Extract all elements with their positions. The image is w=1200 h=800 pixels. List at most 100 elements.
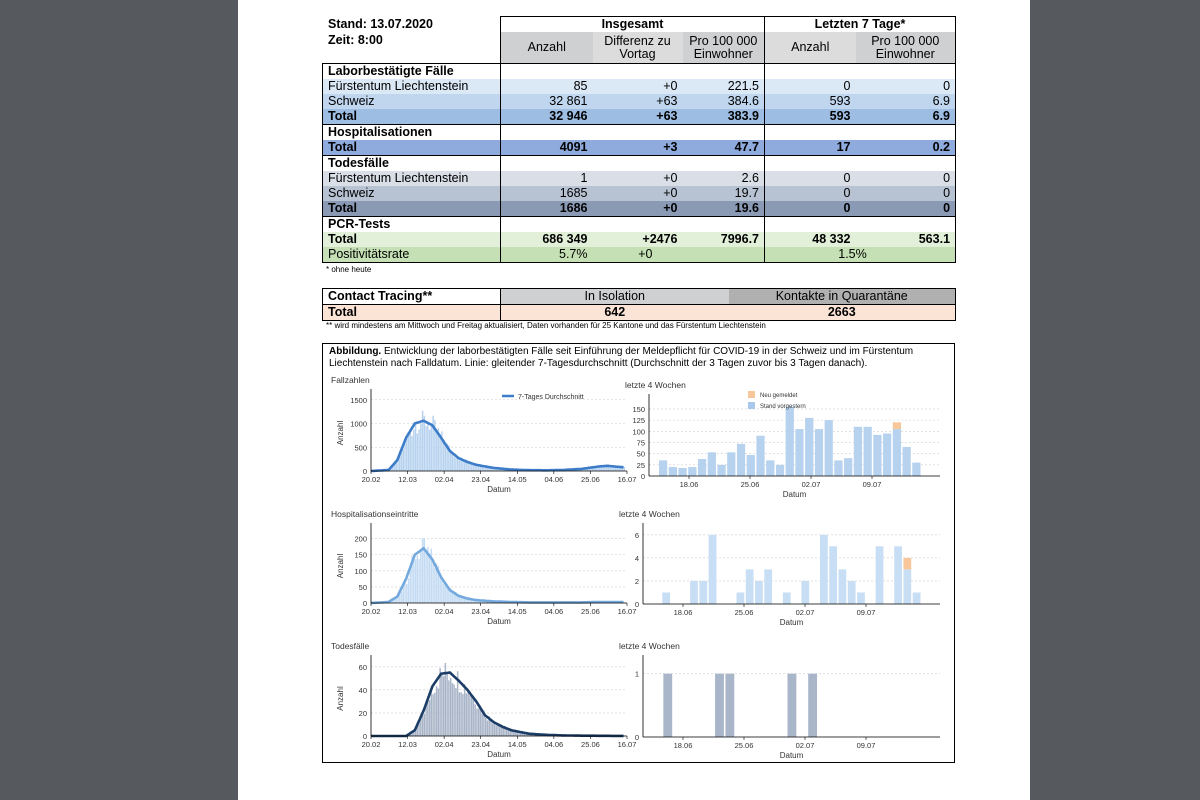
- daily-bar: [442, 676, 445, 736]
- x-tick-label: 18.06: [680, 480, 699, 489]
- bar-neu-gemeldet: [892, 422, 902, 430]
- daily-bar: [477, 708, 480, 736]
- bar-stand-vorgestern: [725, 673, 735, 737]
- chart-title: letzte 4 Wochen: [619, 641, 680, 651]
- legend-swatch-stand: [748, 402, 755, 409]
- y-tick-label: 125: [632, 416, 645, 425]
- figure-caption: Abbildung. Entwicklung der laborbestätig…: [329, 346, 914, 369]
- daily-bar: [416, 555, 419, 603]
- chart-title: Fallzahlen: [331, 375, 370, 385]
- contact-title: Contact Tracing**: [322, 288, 501, 305]
- x-tick-label: 25.06: [581, 475, 600, 484]
- daily-bar: [463, 460, 466, 471]
- x-tick-label: 25.06: [741, 480, 760, 489]
- x-tick-label: 12.03: [398, 607, 417, 616]
- x-axis-label: Datum: [783, 490, 807, 499]
- x-tick-label: 02.04: [435, 607, 454, 616]
- daily-bar: [413, 429, 415, 471]
- table-row: Schweiz 32 861 +63 384.6 593 6.9: [322, 94, 957, 109]
- daily-bar: [400, 591, 403, 603]
- daily-bar: [406, 436, 408, 471]
- y-tick-label: 100: [632, 427, 645, 436]
- bar-stand-vorgestern: [829, 546, 838, 604]
- bar-stand-vorgestern: [785, 406, 794, 476]
- group-insgesamt: Insgesamt: [500, 16, 765, 32]
- daily-bar: [439, 668, 441, 736]
- bar-stand-vorgestern: [814, 429, 824, 476]
- daily-bar: [497, 724, 499, 736]
- daily-bar: [481, 466, 483, 471]
- daily-bar: [439, 576, 441, 603]
- daily-bar: [402, 448, 405, 471]
- table-row: Total 4091 +3 47.7 17 0.2: [322, 140, 957, 156]
- y-tick-label: 1500: [350, 396, 367, 405]
- bar-neu-gemeldet: [903, 557, 912, 570]
- daily-bar: [421, 714, 424, 736]
- daily-bar: [463, 684, 466, 736]
- chart-title: letzte 4 Wochen: [619, 509, 680, 519]
- daily-bar: [407, 432, 410, 471]
- bar-stand-vorgestern: [857, 592, 865, 604]
- daily-bar: [456, 457, 459, 471]
- x-tick-label: 16.07: [618, 475, 637, 484]
- bar-stand-vorgestern: [707, 452, 716, 476]
- table-row: Total 1686 +0 19.6 0 0: [322, 201, 957, 217]
- bar-stand-vorgestern: [912, 592, 921, 604]
- daily-bar: [474, 704, 476, 736]
- daily-bar: [409, 570, 412, 603]
- section-tod: Todesfälle: [322, 155, 501, 171]
- contact-tracing-table: Contact Tracing** In Isolation Kontakte …: [322, 288, 956, 321]
- daily-bar: [414, 423, 417, 471]
- bar-stand-vorgestern: [801, 580, 810, 604]
- daily-bar: [469, 463, 471, 471]
- bar-stand-vorgestern: [690, 580, 698, 604]
- bar-stand-vorgestern: [727, 452, 736, 476]
- bar-stand-vorgestern: [678, 467, 687, 476]
- y-tick-label: 100: [354, 567, 367, 576]
- bar-stand-vorgestern: [755, 580, 763, 604]
- x-tick-label: 25.06: [581, 740, 600, 749]
- bar-stand-vorgestern: [847, 580, 856, 604]
- bar-stand-vorgestern: [745, 569, 754, 604]
- daily-bar: [411, 435, 413, 471]
- y-tick-label: 6: [635, 531, 639, 540]
- footnote-ohne-heute: * ohne heute: [326, 265, 372, 274]
- table-row: Schweiz 1685 +0 19.7 0 0: [322, 186, 957, 201]
- daily-bar: [414, 559, 417, 603]
- daily-bar: [435, 430, 438, 471]
- x-axis-label: Datum: [487, 617, 511, 626]
- summary-table: Insgesamt Letzten 7 Tage* Anzahl Differe…: [322, 16, 957, 263]
- daily-bar: [607, 466, 610, 471]
- bar-stand-vorgestern: [903, 569, 912, 604]
- daily-bar: [490, 719, 492, 736]
- daily-bar: [448, 590, 450, 603]
- y-tick-label: 2: [635, 577, 639, 586]
- daily-bar: [479, 466, 482, 471]
- col-pro100k: Pro 100 000 Einwohner: [682, 32, 765, 64]
- daily-bar: [416, 433, 419, 471]
- chart-title: letzte 4 Wochen: [625, 380, 686, 390]
- x-tick-label: 02.07: [796, 608, 815, 617]
- x-tick-label: 02.04: [435, 740, 454, 749]
- section-pcr: PCR-Tests: [322, 216, 501, 232]
- bar-stand-vorgestern: [873, 434, 882, 476]
- x-axis-label: Datum: [487, 750, 511, 759]
- table-row: Fürstentum Liechtenstein 1 +0 2.6 0 0: [322, 171, 957, 186]
- x-tick-label: 14.05: [508, 607, 527, 616]
- col-anzahl: Anzahl: [500, 32, 593, 64]
- x-tick-label: 25.06: [735, 741, 754, 750]
- daily-bar: [428, 699, 431, 736]
- x-tick-label: 16.07: [618, 607, 637, 616]
- bar-stand-vorgestern: [746, 454, 755, 476]
- bar-stand-vorgestern: [764, 569, 773, 604]
- x-tick-label: 04.06: [544, 607, 563, 616]
- bar-stand-vorgestern: [782, 592, 791, 604]
- y-tick-label: 60: [359, 663, 367, 672]
- daily-bar: [437, 688, 440, 736]
- x-tick-label: 25.06: [581, 607, 600, 616]
- daily-bar: [402, 587, 405, 603]
- bar-stand-vorgestern: [912, 462, 921, 476]
- daily-bar: [427, 424, 429, 471]
- x-axis-label: Datum: [487, 485, 511, 494]
- daily-bar: [462, 693, 464, 736]
